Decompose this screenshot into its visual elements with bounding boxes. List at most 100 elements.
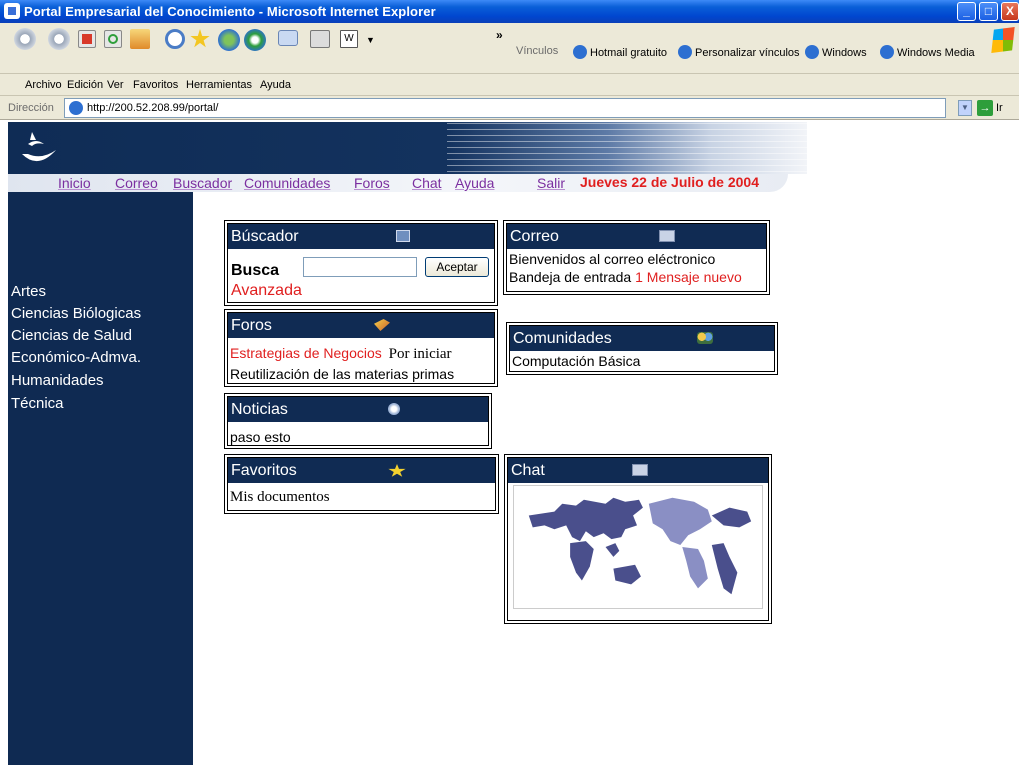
foros-panel: Foros Estrategias de Negocios Por inicia… xyxy=(224,309,498,387)
sidebar-item-ciencias-biologicas[interactable]: Ciencias Biólogicas xyxy=(11,305,141,323)
buscador-panel: Búscador Busca Aceptar Avanzada xyxy=(224,220,498,306)
go-arrow-icon[interactable]: → xyxy=(977,100,993,116)
noticias-header: Noticias xyxy=(228,397,488,422)
refresh-icon[interactable] xyxy=(104,30,122,48)
sidebar-item-humanidades[interactable]: Humanidades xyxy=(11,372,104,390)
chat-icon xyxy=(632,464,648,476)
print-icon[interactable] xyxy=(310,30,330,48)
menu-ver[interactable]: Ver xyxy=(107,79,124,91)
window-title: Portal Empresarial del Conocimiento - Mi… xyxy=(24,4,436,19)
comunidades-frame: Comunidades Computación Básica xyxy=(509,325,775,372)
chat-frame: Chat xyxy=(507,457,769,621)
foros-title: Foros xyxy=(231,317,272,334)
search-input[interactable] xyxy=(303,257,417,277)
sidebar-item-ciencias-salud[interactable]: Ciencias de Salud xyxy=(11,327,132,345)
busca-label: Busca xyxy=(231,262,280,279)
inbox-label[interactable]: Bandeja de entrada xyxy=(509,269,631,285)
menu-archivo[interactable]: Archivo xyxy=(25,79,62,91)
nav-comunidades[interactable]: Comunidades xyxy=(244,175,330,191)
links-label: Vínculos xyxy=(516,45,559,57)
ie-page-icon xyxy=(4,3,20,19)
standard-toolbar: W ▼ » Vínculos Hotmail gratuito Personal… xyxy=(0,23,1019,74)
category-sidebar: Artes Ciencias Biólogicas Ciencias de Sa… xyxy=(8,192,193,765)
community-item[interactable]: Computación Básica xyxy=(512,352,774,370)
advanced-search-link[interactable]: Avanzada xyxy=(231,282,302,300)
buscador-frame: Búscador Busca Aceptar Avanzada xyxy=(227,223,495,303)
forum-topic-2[interactable]: Reutilización de las materias primas xyxy=(230,365,494,383)
menu-favoritos[interactable]: Favoritos xyxy=(133,79,178,91)
nav-inicio[interactable]: Inicio xyxy=(58,175,91,191)
favoritos-frame: Favoritos Mis documentos xyxy=(227,457,496,511)
noticias-panel: Noticias paso esto xyxy=(224,393,492,449)
mail-icon[interactable] xyxy=(278,30,298,46)
link-hotmail-label: Hotmail gratuito xyxy=(590,47,668,59)
maximize-button[interactable]: □ xyxy=(979,2,998,21)
favoritos-header: Favoritos xyxy=(228,458,495,483)
favorites-icon[interactable] xyxy=(190,29,210,48)
nav-chat[interactable]: Chat xyxy=(412,175,442,191)
address-input[interactable]: http://200.52.208.99/portal/ xyxy=(64,98,946,118)
favoritos-panel: Favoritos Mis documentos xyxy=(224,454,499,514)
comunidades-body: Computación Básica xyxy=(510,352,774,370)
nav-correo[interactable]: Correo xyxy=(115,175,158,191)
banner-decoration xyxy=(447,122,807,172)
noticias-frame: Noticias paso esto xyxy=(227,396,489,446)
sidebar-item-artes[interactable]: Artes xyxy=(11,283,46,301)
link-windows[interactable]: Windows xyxy=(805,45,867,59)
home-icon[interactable] xyxy=(130,29,150,49)
portal-logo-icon xyxy=(22,132,56,162)
media-icon[interactable] xyxy=(218,29,240,51)
close-button[interactable]: X xyxy=(1001,2,1019,21)
forward-icon[interactable] xyxy=(48,28,70,50)
chat-panel: Chat xyxy=(504,454,772,624)
dropdown-arrow-icon[interactable]: ▼ xyxy=(366,35,375,45)
history-icon[interactable] xyxy=(244,29,266,51)
search-icon[interactable] xyxy=(165,29,185,49)
stop-icon[interactable] xyxy=(78,30,96,48)
favorite-item[interactable]: Mis documentos xyxy=(230,488,495,506)
link-personalize-label: Personalizar vínculos xyxy=(695,47,800,59)
buscador-title: Búscador xyxy=(231,228,299,245)
address-dropdown-icon[interactable]: ▼ xyxy=(958,100,972,116)
link-windows-media-label: Windows Media xyxy=(897,47,975,59)
nav-salir[interactable]: Salir xyxy=(537,175,565,191)
back-icon[interactable] xyxy=(14,28,36,50)
ie-page-icon xyxy=(69,101,83,115)
address-label: Dirección xyxy=(8,102,54,114)
minimize-button[interactable]: _ xyxy=(957,2,976,21)
menu-edicion[interactable]: Edición xyxy=(67,79,103,91)
windows-logo-icon xyxy=(991,27,1015,53)
mail-icon xyxy=(659,230,675,242)
aceptar-button[interactable]: Aceptar xyxy=(425,257,489,277)
favoritos-body: Mis documentos xyxy=(228,488,495,506)
go-button[interactable]: Ir xyxy=(996,102,1003,114)
menu-bar: Archivo Edición Ver Favoritos Herramient… xyxy=(0,74,1019,96)
sidebar-item-economico[interactable]: Económico-Admva. xyxy=(11,349,141,367)
community-icon xyxy=(697,332,713,344)
world-map-graphic xyxy=(528,497,752,595)
correo-welcome: Bienvenidos al correo eléctronico xyxy=(509,251,716,267)
link-windows-media[interactable]: Windows Media xyxy=(880,45,975,59)
nav-foros[interactable]: Foros xyxy=(354,175,390,191)
nav-ayuda[interactable]: Ayuda xyxy=(455,175,494,191)
world-map-image[interactable] xyxy=(513,485,763,609)
link-hotmail[interactable]: Hotmail gratuito xyxy=(573,45,667,59)
ie-link-icon xyxy=(880,45,894,59)
foros-frame: Foros Estrategias de Negocios Por inicia… xyxy=(227,312,495,384)
news-icon xyxy=(388,403,400,415)
title-bar[interactable]: Portal Empresarial del Conocimiento - Mi… xyxy=(0,0,1019,23)
sidebar-item-tecnica[interactable]: Técnica xyxy=(11,395,64,413)
toolbar-chevron[interactable]: » xyxy=(496,28,503,42)
new-messages-link[interactable]: 1 Mensaje nuevo xyxy=(635,269,742,285)
link-personalize[interactable]: Personalizar vínculos xyxy=(678,45,800,59)
news-item[interactable]: paso esto xyxy=(230,428,488,446)
correo-frame: Correo Bienvenidos al correo eléctronico… xyxy=(506,223,767,292)
noticias-title: Noticias xyxy=(231,401,288,418)
menu-herramientas[interactable]: Herramientas xyxy=(186,79,252,91)
forum-topic-link[interactable]: Estrategias de Negocios xyxy=(230,345,382,361)
correo-panel: Correo Bienvenidos al correo eléctronico… xyxy=(503,220,770,295)
menu-ayuda[interactable]: Ayuda xyxy=(260,79,291,91)
word-edit-icon[interactable]: W xyxy=(340,30,358,48)
foros-header: Foros xyxy=(228,313,494,338)
nav-buscador[interactable]: Buscador xyxy=(173,175,232,191)
